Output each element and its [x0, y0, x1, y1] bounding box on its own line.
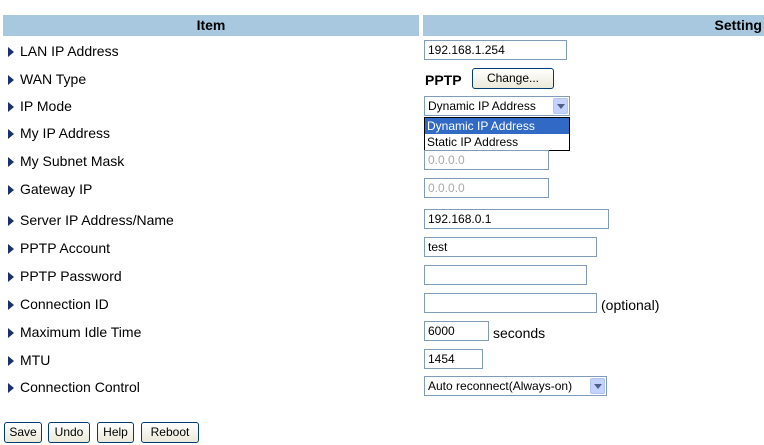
bullet-icon: [8, 383, 14, 393]
bullet-icon: [8, 356, 14, 366]
connection-control-value: Auto reconnect(Always-on): [428, 379, 573, 393]
row-label-connection-id: Connection ID: [8, 294, 109, 314]
dropdown-arrow-icon[interactable]: [590, 378, 605, 394]
bullet-icon: [8, 157, 14, 167]
pptp-account-input[interactable]: test: [424, 237, 597, 257]
change-wan-type-button[interactable]: Change...: [472, 68, 554, 89]
dropdown-arrow-icon[interactable]: [553, 98, 568, 114]
label-text: Server IP Address/Name: [20, 212, 174, 228]
connection-control-select[interactable]: Auto reconnect(Always-on): [424, 376, 607, 396]
label-text: LAN IP Address: [20, 43, 119, 59]
save-button[interactable]: Save: [4, 422, 42, 443]
row-label-gateway-ip: Gateway IP: [8, 179, 92, 199]
label-text: Maximum Idle Time: [20, 324, 142, 340]
gateway-ip-input[interactable]: 0.0.0.0: [424, 178, 549, 198]
row-label-mtu: MTU: [8, 350, 50, 370]
bullet-icon: [8, 244, 14, 254]
row-label-subnet-mask: My Subnet Mask: [8, 151, 124, 171]
row-label-pptp-password: PPTP Password: [8, 266, 122, 286]
label-text: My IP Address: [20, 125, 111, 141]
ip-mode-select[interactable]: Dynamic IP Address: [424, 96, 570, 116]
row-label-lan-ip: LAN IP Address: [8, 41, 119, 61]
max-idle-time-input[interactable]: 6000: [424, 321, 489, 341]
row-label-max-idle-time: Maximum Idle Time: [8, 322, 141, 342]
bullet-icon: [8, 272, 14, 282]
optional-note: (optional): [601, 297, 660, 313]
label-text: My Subnet Mask: [20, 153, 125, 169]
label-text: PPTP Password: [20, 268, 122, 284]
label-text: PPTP Account: [20, 240, 111, 256]
subnet-mask-input[interactable]: 0.0.0.0: [424, 150, 549, 170]
row-label-server-ip: Server IP Address/Name: [8, 210, 174, 230]
bullet-icon: [8, 185, 14, 195]
bullet-icon: [8, 300, 14, 310]
label-text: WAN Type: [20, 71, 87, 87]
ip-mode-selected-value: Dynamic IP Address: [428, 99, 536, 113]
label-text: MTU: [20, 352, 51, 368]
label-text: Gateway IP: [20, 181, 93, 197]
mtu-input[interactable]: 1454: [424, 349, 483, 369]
row-label-pptp-account: PPTP Account: [8, 238, 110, 258]
label-text: IP Mode: [20, 98, 72, 114]
ip-mode-dropdown-list[interactable]: Dynamic IP Address Static IP Address: [424, 117, 570, 151]
ip-mode-option-static[interactable]: Static IP Address: [425, 134, 569, 150]
bullet-icon: [8, 328, 14, 338]
undo-button[interactable]: Undo: [48, 422, 90, 443]
column-header-item: Item: [3, 15, 419, 36]
server-ip-input[interactable]: 192.168.0.1: [424, 209, 609, 229]
idle-time-unit: seconds: [493, 325, 546, 341]
reboot-button[interactable]: Reboot: [141, 422, 199, 443]
row-label-ip-mode: IP Mode: [8, 96, 72, 116]
bullet-icon: [8, 75, 14, 85]
row-label-connection-control: Connection Control: [8, 377, 140, 397]
bullet-icon: [8, 47, 14, 57]
ip-mode-option-dynamic[interactable]: Dynamic IP Address: [425, 118, 569, 134]
pptp-password-input[interactable]: [424, 265, 587, 285]
bullet-icon: [8, 216, 14, 226]
column-header-setting: Setting: [423, 15, 764, 36]
label-text: Connection ID: [20, 296, 109, 312]
wan-type-value: PPTP: [425, 72, 462, 88]
lan-ip-input[interactable]: 192.168.1.254: [424, 40, 567, 60]
row-label-my-ip: My IP Address: [8, 123, 110, 143]
connection-id-input[interactable]: [424, 293, 597, 313]
bullet-icon: [8, 129, 14, 139]
row-label-wan-type: WAN Type: [8, 69, 86, 89]
help-button[interactable]: Help: [97, 422, 134, 443]
label-text: Connection Control: [20, 379, 140, 395]
bullet-icon: [8, 102, 14, 112]
